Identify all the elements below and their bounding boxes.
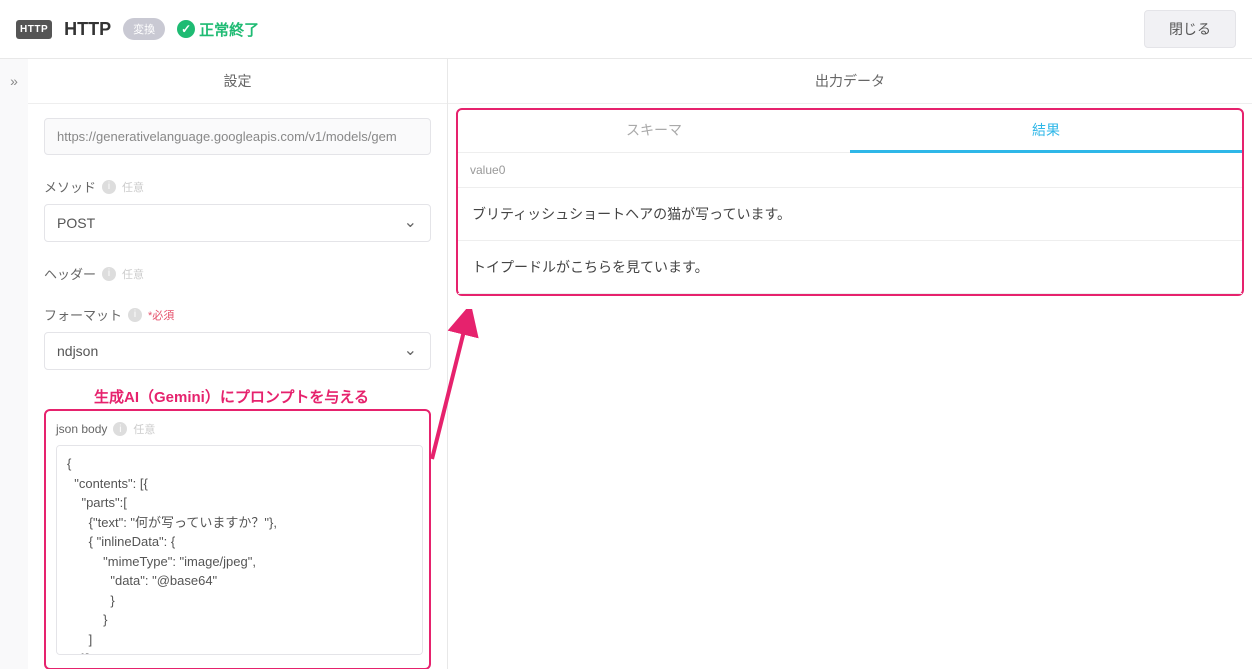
result-row: ブリティッシュショートヘアの猫が写っています。 bbox=[458, 188, 1242, 241]
result-column-header: value0 bbox=[458, 153, 1242, 188]
page-title: HTTP bbox=[64, 19, 111, 40]
output-title: 出力データ bbox=[448, 59, 1252, 104]
chevron-right-icon: » bbox=[10, 73, 18, 89]
tab-result[interactable]: 結果 bbox=[850, 110, 1242, 153]
optional-tag: 任意 bbox=[122, 179, 144, 195]
close-button[interactable]: 閉じる bbox=[1144, 10, 1236, 48]
optional-tag: 任意 bbox=[122, 266, 144, 282]
required-tag: *必須 bbox=[148, 307, 174, 323]
result-row: トイプードルがこちらを見ています。 bbox=[458, 241, 1242, 294]
expand-toggle[interactable]: » bbox=[0, 59, 28, 669]
status-text: 正常終了 bbox=[199, 19, 259, 40]
json-body-section: json body i 任意 { "contents": [{ "parts":… bbox=[44, 409, 431, 669]
method-select[interactable]: POST bbox=[44, 204, 431, 242]
json-body-textarea[interactable]: { "contents": [{ "parts":[ {"text": "何が写… bbox=[56, 445, 423, 655]
format-field: フォーマット i *必須 ndjson bbox=[44, 305, 431, 370]
header-field: ヘッダー i 任意 bbox=[44, 264, 431, 283]
app-header: HTTP HTTP 変換 ✓ 正常終了 閉じる bbox=[0, 0, 1252, 59]
tab-schema[interactable]: スキーマ bbox=[458, 110, 850, 153]
status-badge: ✓ 正常終了 bbox=[177, 19, 259, 40]
output-tabs: スキーマ 結果 bbox=[458, 110, 1242, 153]
info-icon[interactable]: i bbox=[102, 180, 116, 194]
header-label: ヘッダー bbox=[44, 264, 96, 283]
check-icon: ✓ bbox=[177, 20, 195, 38]
url-input[interactable] bbox=[44, 118, 431, 155]
settings-title: 設定 bbox=[28, 59, 447, 104]
optional-tag: 任意 bbox=[133, 421, 155, 437]
format-select[interactable]: ndjson bbox=[44, 332, 431, 370]
output-panel: 出力データ スキーマ 結果 value0 ブリティッシュショートヘアの猫が写って… bbox=[448, 59, 1252, 669]
method-field: メソッド i 任意 POST bbox=[44, 177, 431, 242]
annotation-text: 生成AI（Gemini）にプロンプトを与える bbox=[44, 386, 431, 407]
method-label: メソッド bbox=[44, 177, 96, 196]
json-body-label: json body bbox=[56, 422, 107, 436]
info-icon[interactable]: i bbox=[113, 422, 127, 436]
transform-badge: 変換 bbox=[123, 18, 165, 40]
info-icon[interactable]: i bbox=[128, 308, 142, 322]
settings-panel: 設定 メソッド i 任意 POST ヘッダー i 任 bbox=[28, 59, 448, 669]
output-box: スキーマ 結果 value0 ブリティッシュショートヘアの猫が写っています。 ト… bbox=[456, 108, 1244, 296]
format-label: フォーマット bbox=[44, 305, 122, 324]
http-icon: HTTP bbox=[16, 20, 52, 39]
info-icon[interactable]: i bbox=[102, 267, 116, 281]
